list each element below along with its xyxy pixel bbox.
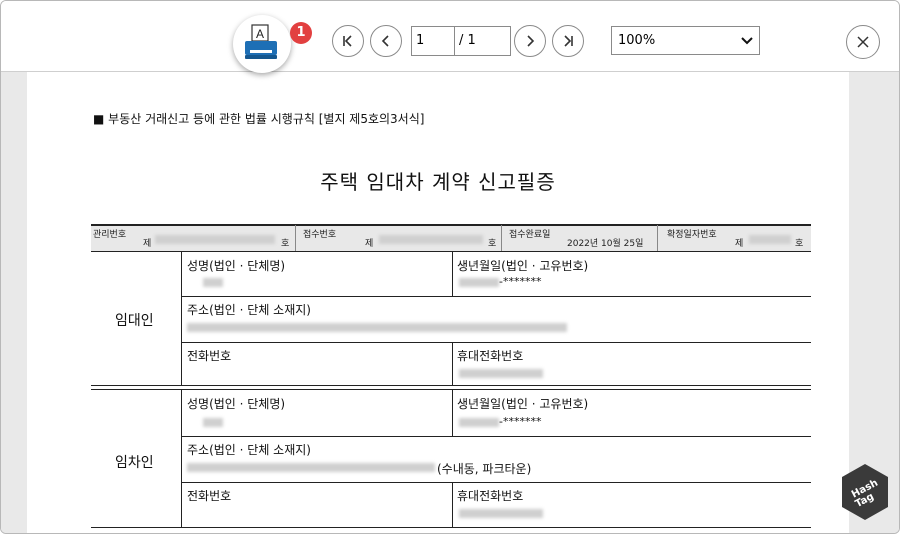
zoom-value: 100% — [618, 33, 656, 48]
mgmt-no-je: 제 — [143, 239, 152, 249]
lessor-mobile-redacted — [459, 369, 543, 378]
role-column-divider — [181, 251, 182, 386]
lessor-birth-label: 생년월일(법인 · 고유번호) — [457, 259, 589, 273]
meta-divider — [501, 225, 502, 251]
lessee-birth-suffix: -******* — [499, 415, 542, 428]
fixed-date-no-label: 확정일자번호 — [667, 230, 717, 240]
mgmt-no-label: 관리번호 — [93, 230, 127, 240]
prev-page-button[interactable] — [370, 25, 402, 57]
first-page-icon — [343, 35, 352, 47]
receipt-no-label: 접수번호 — [303, 230, 337, 240]
meta-divider — [657, 225, 658, 251]
chevron-down-icon — [741, 37, 753, 45]
role-column-divider — [181, 390, 182, 528]
fixed-date-ho: 호 — [795, 239, 804, 249]
page-total: / 1 — [455, 26, 511, 56]
receipt-date: 2022년 10월 25일 — [567, 239, 644, 249]
lessee-name-label: 성명(법인 · 단체명) — [187, 397, 286, 411]
row-border — [181, 482, 811, 483]
lessee-birth-label: 생년월일(법인 · 고유번호) — [457, 397, 589, 411]
print-button[interactable]: A — [233, 15, 291, 73]
lessor-mid-divider — [452, 251, 453, 296]
fixed-date-je: 제 — [735, 239, 744, 249]
close-button[interactable] — [846, 25, 880, 59]
meta-divider — [295, 225, 296, 251]
lessee-role-label: 임차인 — [115, 455, 154, 471]
fixed-date-no-redacted — [749, 235, 791, 244]
row-border — [181, 342, 811, 343]
mgmt-no-redacted — [155, 235, 275, 244]
lessor-phone-label: 전화번호 — [187, 349, 232, 363]
lessee-address-suffix: (수내동, 파크타운) — [437, 462, 532, 476]
lessee-mobile-label: 휴대전화번호 — [457, 489, 524, 503]
lessor-name-redacted — [203, 278, 223, 287]
section-border — [91, 527, 811, 528]
section-border — [91, 389, 811, 390]
toolbar: A 1 1 / 1 100% — [1, 1, 899, 73]
print-preview-window: A 1 1 / 1 100% ■ 부동산 거래신고 등에 관한 법률 시행규칙 … — [0, 0, 900, 534]
receipt-no-je: 제 — [365, 239, 374, 249]
preview-area[interactable]: ■ 부동산 거래신고 등에 관한 법률 시행규칙 [별지 제5호의3서식] 주택… — [1, 72, 899, 533]
document-page: ■ 부동산 거래신고 등에 관한 법률 시행규칙 [별지 제5호의3서식] 주택… — [27, 72, 849, 533]
table-top-border — [91, 224, 811, 226]
printer-icon: A — [245, 24, 277, 59]
lessor-address-label: 주소(법인 · 단체 소재지) — [187, 303, 311, 317]
row-border — [181, 436, 811, 437]
zoom-select[interactable]: 100% — [611, 26, 760, 55]
lessor-role-label: 임대인 — [115, 313, 154, 329]
first-page-button[interactable] — [332, 25, 364, 57]
page-number-input[interactable]: 1 — [411, 26, 455, 56]
hashtag-watermark-logo: Hash Tag — [842, 464, 888, 520]
step-badge: 1 — [290, 22, 312, 44]
lessor-mid-divider — [452, 342, 453, 386]
lessor-birth-redacted — [459, 278, 499, 287]
meta-bottom-border — [91, 251, 811, 252]
last-page-icon — [564, 35, 573, 47]
lessee-address-label: 주소(법인 · 단체 소재지) — [187, 443, 311, 457]
lessor-name-label: 성명(법인 · 단체명) — [187, 259, 286, 273]
row-border — [181, 296, 811, 297]
lessee-address-redacted — [187, 463, 435, 472]
lessee-mobile-redacted — [459, 509, 543, 518]
lessor-birth-suffix: -******* — [499, 275, 542, 288]
lessee-name-redacted — [203, 418, 223, 427]
mgmt-no-ho: 호 — [281, 239, 290, 249]
printer-paper-glyph: A — [256, 27, 264, 41]
document-title: 주택 임대차 계약 신고필증 — [320, 170, 556, 194]
receipt-done-label: 접수완료일 — [509, 230, 551, 240]
section-border — [91, 385, 811, 386]
receipt-no-redacted — [379, 235, 483, 244]
lessee-birth-redacted — [459, 418, 499, 427]
next-page-button[interactable] — [514, 25, 546, 57]
form-reference: ■ 부동산 거래신고 등에 관한 법률 시행규칙 [별지 제5호의3서식] — [93, 112, 425, 126]
chevron-left-icon — [381, 35, 389, 47]
chevron-right-icon — [527, 35, 535, 47]
lessor-mobile-label: 휴대전화번호 — [457, 349, 524, 363]
lessor-address-redacted — [187, 323, 567, 332]
close-icon — [857, 36, 869, 48]
receipt-no-ho: 호 — [488, 239, 497, 249]
lessee-phone-label: 전화번호 — [187, 489, 232, 503]
lessee-mid-divider — [452, 482, 453, 528]
lessee-mid-divider — [452, 390, 453, 436]
last-page-button[interactable] — [552, 25, 584, 57]
